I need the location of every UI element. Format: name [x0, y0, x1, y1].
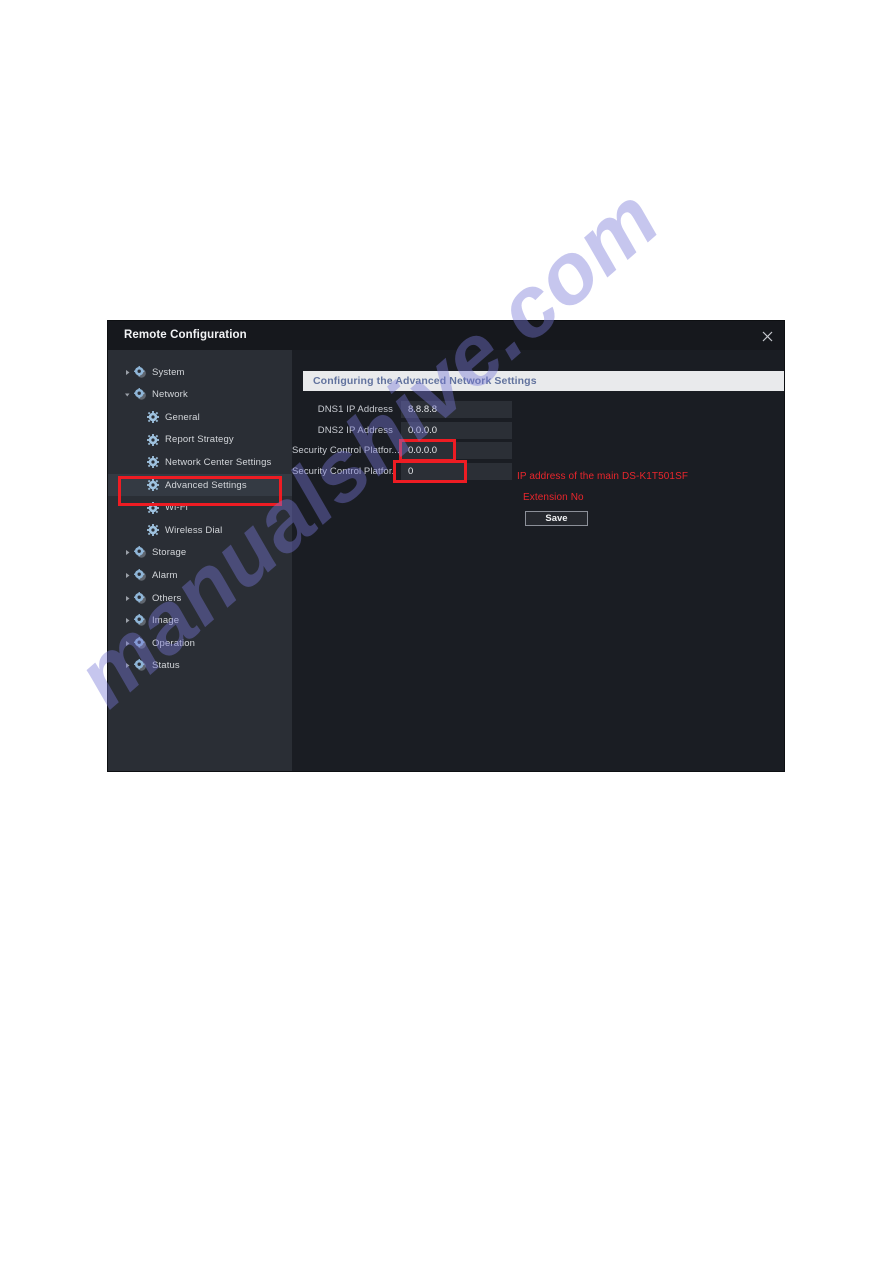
window-title-bar: Remote Configuration [108, 321, 784, 350]
close-icon[interactable] [758, 327, 776, 345]
sidebar-item-general[interactable]: General [108, 406, 292, 428]
sidebar-item-network[interactable]: Network [108, 384, 292, 406]
gear-icon [146, 433, 160, 447]
sidebar-item-network-center-settings[interactable]: Network Center Settings [108, 451, 292, 473]
chevron-right-icon[interactable] [122, 610, 133, 632]
sidebar-item-wireless-dial[interactable]: Wireless Dial [108, 519, 292, 541]
chevron-right-icon[interactable] [122, 655, 133, 677]
sidebar-item-system[interactable]: System [108, 361, 292, 383]
field-input[interactable]: 8.8.8.8 [401, 401, 512, 418]
gear-sphere-icon [133, 546, 147, 560]
sidebar-tree: System Network General Report Strategy Netwo… [108, 350, 292, 771]
sidebar-item-label: Network Center Settings [165, 456, 272, 468]
sidebar-item-label: Storage [152, 547, 187, 559]
sidebar-item-operation[interactable]: Operation [108, 632, 292, 654]
sidebar-item-alarm[interactable]: Alarm [108, 564, 292, 586]
form-row: Security Control Platfor. 0 [292, 462, 512, 480]
sidebar-item-label: Operation [152, 637, 196, 649]
gear-sphere-icon [133, 591, 147, 605]
chevron-down-icon[interactable] [122, 384, 133, 406]
gear-icon [146, 455, 160, 469]
sidebar-item-advanced-settings[interactable]: Advanced Settings [108, 474, 292, 496]
form-row: DNS2 IP Address 0.0.0.0 [292, 421, 512, 439]
field-label: DNS2 IP Address [317, 424, 393, 436]
document-page: manualshive.com Remote Configuration Sys… [0, 0, 893, 1263]
gear-sphere-icon [133, 388, 147, 402]
field-label: Security Control Platfor... [292, 445, 400, 457]
sidebar-item-label: Advanced Settings [165, 479, 247, 491]
gear-sphere-icon [133, 568, 147, 582]
sidebar-item-label: Others [152, 592, 182, 604]
form-row: DNS1 IP Address 8.8.8.8 [292, 401, 512, 418]
sidebar-item-label: Wireless Dial [165, 524, 223, 536]
annotation-text: Extension No [523, 492, 584, 503]
content-banner: Configuring the Advanced Network Setting… [303, 371, 784, 391]
chevron-right-icon[interactable] [122, 564, 133, 586]
page-title: Remote Configuration [124, 329, 247, 341]
field-input[interactable]: 0.0.0.0 [401, 442, 512, 460]
sidebar-item-label: Network [152, 389, 188, 401]
gear-sphere-icon [133, 614, 147, 628]
gear-sphere-icon [133, 365, 147, 379]
sidebar-item-wi-fi[interactable]: Wi-Fi [108, 497, 292, 519]
chevron-right-icon[interactable] [122, 587, 133, 609]
field-input[interactable]: 0 [401, 462, 512, 480]
sidebar-item-label: General [165, 411, 200, 423]
gear-icon [146, 501, 160, 515]
sidebar-item-label: Alarm [152, 569, 178, 581]
sidebar-item-label: Image [152, 615, 180, 627]
gear-sphere-icon [133, 636, 147, 650]
form-row: Security Control Platfor... 0.0.0.0 [292, 442, 512, 460]
gear-icon [146, 410, 160, 424]
sidebar-item-status[interactable]: Status [108, 655, 292, 677]
chevron-right-icon[interactable] [122, 542, 133, 564]
sidebar-item-label: Wi-Fi [165, 502, 188, 514]
sidebar-item-others[interactable]: Others [108, 587, 292, 609]
sidebar-item-image[interactable]: Image [108, 610, 292, 632]
remote-configuration-window: Remote Configuration System Network Genera… [108, 321, 784, 771]
gear-sphere-icon [133, 659, 147, 673]
gear-icon [146, 478, 160, 492]
annotation-text: IP address of the main DS-K1T501SF [517, 471, 689, 482]
content-banner-text: Configuring the Advanced Network Setting… [313, 375, 537, 387]
sidebar-item-label: System [152, 366, 185, 378]
field-label: Security Control Platfor. [292, 465, 395, 477]
sidebar-item-label: Report Strategy [165, 434, 234, 446]
sidebar-item-label: Status [152, 660, 180, 672]
sidebar-item-storage[interactable]: Storage [108, 542, 292, 564]
sidebar-item-report-strategy[interactable]: Report Strategy [108, 429, 292, 451]
chevron-right-icon[interactable] [122, 632, 133, 654]
field-input[interactable]: 0.0.0.0 [401, 421, 512, 439]
gear-icon [146, 523, 160, 537]
field-label: DNS1 IP Address [317, 404, 393, 415]
content-pane: Configuring the Advanced Network Setting… [292, 350, 784, 771]
save-button[interactable]: Save [525, 511, 588, 526]
chevron-right-icon[interactable] [122, 361, 133, 383]
